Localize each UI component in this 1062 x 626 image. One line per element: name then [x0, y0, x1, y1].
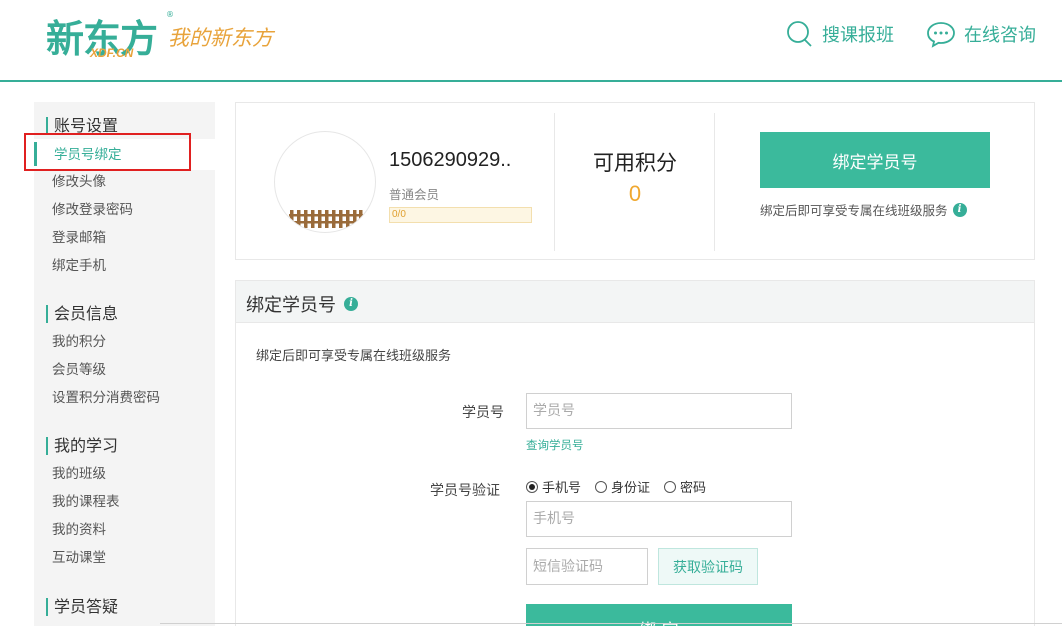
verify-method-label: 学员号验证: [430, 483, 500, 499]
profile-divider-right: [714, 113, 715, 251]
radio-id-card-label: 身份证: [611, 481, 651, 496]
sidebar-item-my-schedule[interactable]: 我的课程表: [52, 493, 120, 511]
radio-password-label: 密码: [680, 481, 707, 496]
level-progress-bar: 0/0: [389, 207, 532, 223]
online-consult-label: 在线咨询: [964, 25, 1036, 46]
student-id-input[interactable]: [526, 393, 792, 429]
query-student-id-link[interactable]: 查询学员号: [526, 437, 584, 453]
sidebar-group-qa: 学员答疑: [46, 598, 118, 616]
panel-title-text: 绑定学员号: [246, 295, 336, 316]
bind-student-panel: 绑定学员号 i 绑定后即可享受专属在线班级服务 学员号 查询学员号 学员号验证 …: [235, 280, 1035, 626]
profile-card: 1506290929.. 普通会员 0/0 可用积分 0 绑定学员号 绑定后即可…: [235, 102, 1035, 260]
search-courses-label: 搜课报班: [822, 25, 894, 46]
panel-title: 绑定学员号 i: [246, 291, 358, 317]
info-icon[interactable]: i: [344, 297, 358, 311]
sidebar-item-interactive-class[interactable]: 互动课堂: [52, 549, 106, 567]
points-title: 可用积分: [593, 151, 677, 175]
radio-phone-dot[interactable]: [526, 480, 538, 493]
sidebar-item-member-level[interactable]: 会员等级: [52, 361, 106, 379]
logo-tagline: 我的新东方: [168, 26, 273, 50]
member-level: 普通会员: [389, 187, 440, 202]
sidebar-active-indicator: [34, 142, 37, 166]
chat-bubble-icon: [927, 22, 955, 48]
sidebar-item-change-password[interactable]: 修改登录密码: [52, 201, 133, 219]
sidebar-item-change-avatar[interactable]: 修改头像: [52, 173, 106, 191]
username: 1506290929..: [389, 149, 512, 171]
sidebar-item-my-classes[interactable]: 我的班级: [52, 465, 106, 483]
sidebar-item-login-email[interactable]: 登录邮箱: [52, 229, 106, 247]
sms-code-input[interactable]: [526, 548, 648, 585]
radio-password-dot[interactable]: [664, 480, 677, 493]
sidebar-item-bind-student-id[interactable]: 学员号绑定: [54, 146, 122, 164]
level-progress-text: 0/0: [392, 209, 406, 220]
sidebar-item-bind-phone[interactable]: 绑定手机: [52, 257, 106, 275]
radio-phone-label: 手机号: [542, 481, 582, 496]
sidebar-item-my-points[interactable]: 我的积分: [52, 333, 106, 351]
panel-header: 绑定学员号 i: [236, 281, 1034, 323]
search-icon: [787, 21, 812, 47]
sidebar-item-my-materials[interactable]: 我的资料: [52, 521, 106, 539]
phone-input[interactable]: [526, 501, 792, 537]
student-id-label: 学员号: [462, 405, 504, 421]
site-header: 新东方 ® XDF.CN 我的新东方 搜课报班 在线咨询: [0, 0, 1062, 82]
radio-id-card[interactable]: 身份证: [595, 477, 650, 496]
radio-password[interactable]: 密码: [664, 477, 706, 496]
sidebar-group-account: 账号设置: [46, 117, 118, 135]
bind-student-id-button[interactable]: 绑定学员号: [760, 132, 990, 188]
get-sms-code-button[interactable]: 获取验证码: [658, 548, 758, 585]
online-consult-link[interactable]: 在线咨询: [926, 20, 1036, 48]
points-value: 0: [628, 181, 642, 206]
xdf-logo[interactable]: 新东方 ® XDF.CN 我的新东方: [46, 8, 286, 64]
search-courses-link[interactable]: 搜课报班: [786, 20, 894, 48]
fence-avatar-icon: [289, 210, 363, 228]
page-bottom-rule: [160, 623, 1062, 624]
bind-note-text: 绑定后即可享受专属在线班级服务: [760, 203, 948, 218]
radio-phone[interactable]: 手机号: [526, 477, 581, 496]
sidebar-item-points-password[interactable]: 设置积分消费密码: [52, 389, 160, 407]
logo-domain: XDF.CN: [90, 46, 134, 60]
verify-method-radios: 手机号 身份证 密码: [526, 477, 720, 496]
avatar[interactable]: [274, 131, 376, 233]
sidebar-group-member: 会员信息: [46, 305, 118, 323]
info-icon[interactable]: i: [952, 202, 967, 217]
logo-registered-mark: ®: [166, 10, 174, 19]
bind-note: 绑定后即可享受专属在线班级服务 i: [760, 200, 967, 219]
sidebar: 账号设置 学员号绑定 修改头像 修改登录密码 登录邮箱 绑定手机 会员信息 我的…: [34, 102, 215, 626]
radio-id-card-dot[interactable]: [595, 480, 608, 493]
panel-description: 绑定后即可享受专属在线班级服务: [256, 349, 452, 364]
sidebar-group-study: 我的学习: [46, 437, 118, 455]
